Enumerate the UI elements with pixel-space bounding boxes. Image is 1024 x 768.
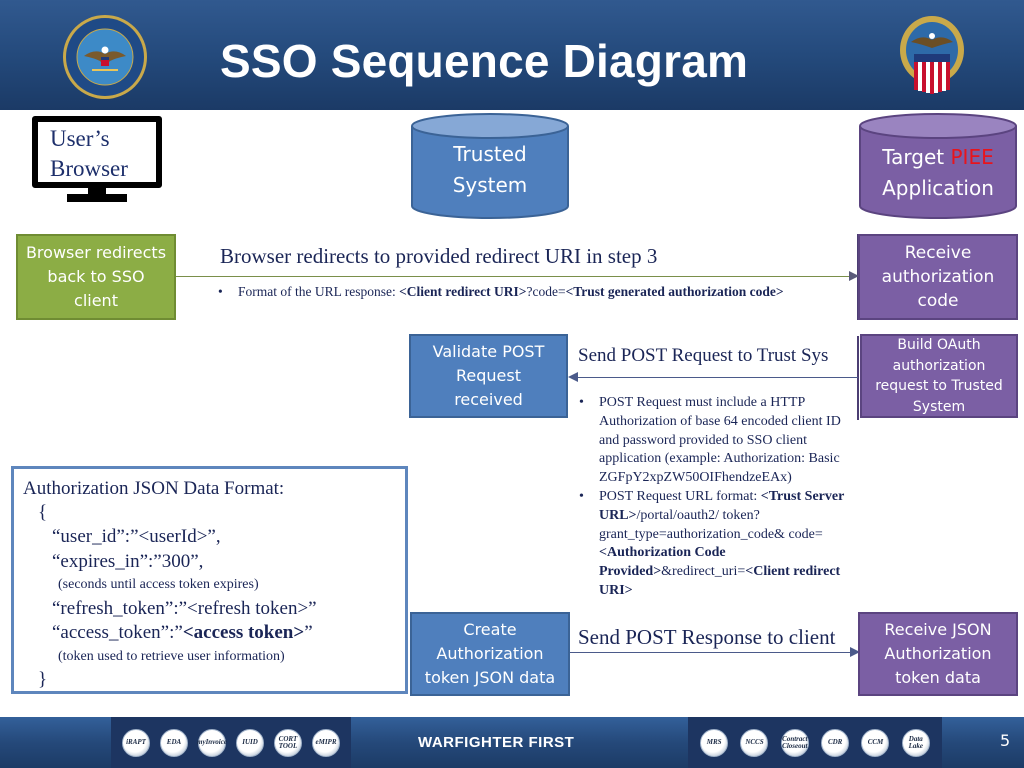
dla-seal-icon: [900, 16, 964, 94]
target-application-line1: Target PIEE: [858, 142, 1018, 173]
browser-actor-line1: User’s: [50, 126, 110, 151]
redirect-bullet: Format of the URL response: <Client redi…: [216, 283, 846, 301]
eda-logo-icon: EDA: [160, 728, 188, 757]
redirect-bullet-list: Format of the URL response: <Client redi…: [216, 283, 846, 301]
monitor-icon: User’s Browser: [32, 116, 162, 188]
trusted-system-line2: System: [452, 173, 528, 197]
target-piee-application-actor: Target PIEE Application: [858, 112, 1018, 220]
json-access-token-line: “access_token”:”<access token>”: [52, 622, 313, 644]
bullet-text: POST Request URL format:: [599, 488, 761, 504]
cort-tool-logo-icon: CORT TOOL: [274, 728, 302, 757]
bullet-text: Format of the URL response:: [238, 284, 400, 299]
target-application-label: Target PIEE Application: [858, 142, 1018, 204]
slide-footer: iRAPT EDA myInvoice IUID CORT TOOL eMIPR…: [0, 717, 1024, 768]
cdr-logo-icon: CDR: [821, 728, 850, 757]
trust-generated-code: <Trust generated authorization code>: [565, 284, 784, 299]
json-refresh-token-line: “refresh_token”:”<refresh token>”: [52, 598, 317, 619]
build-oauth-request-box: Build OAuth authorization request to Tru…: [860, 334, 1018, 418]
json-open-brace: {: [38, 502, 48, 523]
trusted-system-line1: Trusted: [453, 142, 527, 166]
json-access-note: (token used to retrieve user information…: [58, 649, 285, 664]
piee-highlight: PIEE: [950, 145, 994, 169]
browser-redirect-box: Browser redirects back to SSO client: [16, 234, 176, 320]
post-request-bullet: POST Request must include a HTTP Authori…: [577, 394, 857, 488]
trusted-system-actor: Trusted System: [410, 112, 570, 220]
redirect-message-title: Browser redirects to provided redirect U…: [220, 244, 658, 268]
emipr-logo-icon: eMIPR: [312, 728, 340, 757]
ccm-logo-icon: CCM: [861, 728, 890, 757]
json-format-heading: Authorization JSON Data Format:: [23, 478, 285, 499]
receive-authorization-code-box: Receive authorization code: [858, 234, 1018, 320]
users-browser-actor: User’s Browser: [32, 116, 162, 204]
bullet-text: ?code=: [526, 284, 566, 299]
iuid-logo-icon: IUID: [236, 728, 264, 757]
page-number: 5: [1000, 731, 1011, 750]
nccs-logo-icon: NCCS: [740, 728, 769, 757]
target-application-line2: Application: [882, 176, 994, 200]
data-lake-logo-icon: Data Lake: [901, 728, 930, 757]
post-request-arrow: [576, 377, 858, 378]
page-title: SSO Sequence Diagram: [220, 35, 749, 87]
bullet-text: &redirect_uri=: [661, 564, 746, 580]
post-request-message-title: Send POST Request to Trust Sys: [578, 345, 829, 366]
authorization-json-format-box: Authorization JSON Data Format: { “user_…: [11, 466, 408, 694]
target-prefix: Target: [882, 145, 951, 169]
json-access-token-key: “access_token”:”: [52, 622, 183, 643]
myinvoice-logo-icon: myInvoice: [197, 728, 227, 757]
json-access-token-close: ”: [304, 622, 313, 643]
browser-actor-line2: Browser: [50, 156, 128, 181]
json-expires-in-line: “expires_in”:”300”,: [52, 551, 204, 572]
post-response-message-title: Send POST Response to client: [578, 625, 836, 649]
target-lifeline-segment: [857, 336, 859, 420]
footer-logos-right: MRS NCCS Contract Closeout CDR CCM Data …: [688, 717, 942, 768]
footer-logos-left: iRAPT EDA myInvoice IUID CORT TOOL eMIPR: [111, 717, 351, 768]
contract-closeout-logo-icon: Contract Closeout: [780, 728, 809, 757]
arrow-left-icon: [568, 372, 578, 382]
post-request-bullet-list: POST Request must include a HTTP Authori…: [577, 394, 857, 601]
irapt-logo-icon: iRAPT: [122, 728, 150, 757]
slide-header: SSO Sequence Diagram: [0, 0, 1024, 110]
json-access-token-value: <access token>: [182, 622, 305, 643]
monitor-base: [67, 194, 127, 202]
post-response-arrow: [570, 652, 852, 653]
json-close-brace: }: [38, 669, 48, 690]
browser-actor-label: User’s Browser: [50, 124, 128, 184]
receive-json-token-box: Receive JSON Authorization token data: [858, 612, 1018, 696]
post-request-bullet: POST Request URL format: <Trust Server U…: [577, 488, 857, 601]
json-expires-note: (seconds until access token expires): [58, 577, 259, 592]
mrs-logo-icon: MRS: [700, 728, 729, 757]
client-redirect-uri: <Client redirect URI>: [399, 284, 527, 299]
validate-post-request-box: Validate POST Request received: [409, 334, 568, 418]
create-authorization-token-box: Create Authorization token JSON data: [410, 612, 570, 696]
dod-seal-icon: [63, 15, 147, 99]
footer-slogan: WARFIGHTER FIRST: [418, 734, 575, 751]
trusted-system-label: Trusted System: [410, 139, 570, 201]
json-user-id-line: “user_id”:”<userId>”,: [52, 526, 221, 547]
redirect-arrow: [176, 276, 850, 277]
